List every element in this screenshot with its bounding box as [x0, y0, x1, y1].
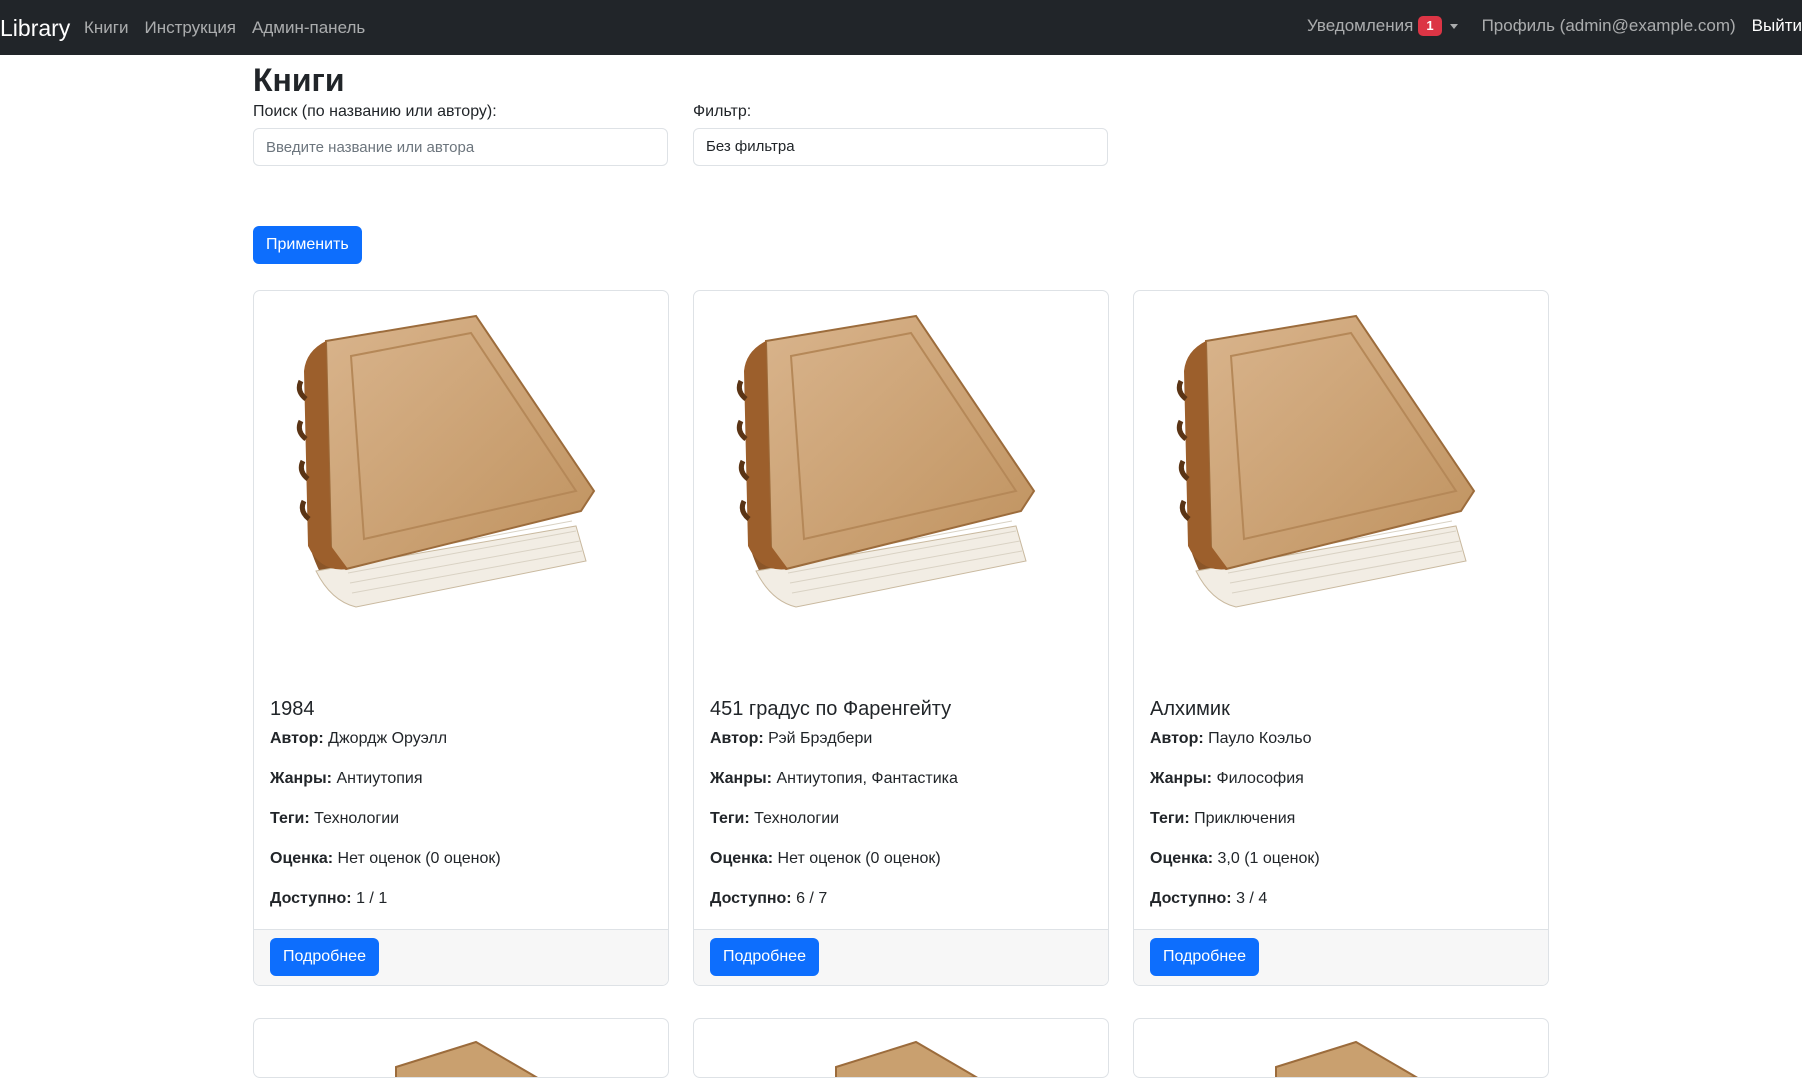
details-button[interactable]: Подробнее [1150, 938, 1259, 976]
notifications-count-badge: 1 [1418, 16, 1442, 36]
book-genres: Жанры: Антиутопия, Фантастика [710, 770, 958, 787]
book-card-partial [693, 1018, 1109, 1078]
book-title: 451 градус по Фаренгейту [710, 698, 952, 720]
book-availability: Доступно: 1 / 1 [270, 890, 388, 907]
logout-link[interactable]: Выйти [1752, 15, 1802, 37]
nav-link-admin-panel[interactable]: Админ-панель [252, 17, 365, 39]
book-card: 451 градус по Фаренгейту Автор: Рэй Брэд… [693, 290, 1109, 986]
main-nav: Книги Инструкция Админ-панель [84, 17, 365, 39]
details-button[interactable]: Подробнее [710, 938, 819, 976]
book-genres: Жанры: Философия [1150, 770, 1304, 787]
nav-link-instructions[interactable]: Инструкция [144, 17, 236, 39]
details-button[interactable]: Подробнее [270, 938, 379, 976]
book-title: Алхимик [1150, 698, 1230, 720]
book-icon [296, 314, 596, 608]
book-card-partial [1133, 1018, 1549, 1078]
book-card-partial [253, 1018, 669, 1078]
card-body: 1984 Автор: Джордж Оруэлл Жанры: Антиуто… [254, 684, 668, 909]
user-nav: Уведомления 1 Профиль (admin@example.com… [1307, 15, 1802, 37]
book-icon [736, 314, 1036, 608]
book-cover-image [1134, 291, 1548, 684]
book-icon [1275, 1040, 1418, 1077]
book-availability: Доступно: 3 / 4 [1150, 890, 1268, 907]
page-title: Книги [253, 62, 345, 98]
book-cover-image [254, 291, 668, 684]
book-author: Автор: Джордж Оруэлл [270, 730, 448, 747]
book-rating: Оценка: Нет оценок (0 оценок) [270, 850, 501, 867]
apply-button[interactable]: Применить [253, 226, 362, 264]
chevron-down-icon [1449, 23, 1458, 29]
profile-link[interactable]: Профиль (admin@example.com) [1482, 15, 1736, 37]
filter-select[interactable]: Без фильтра [693, 128, 1108, 166]
book-title: 1984 [270, 698, 315, 720]
book-author: Автор: Пауло Коэльо [1150, 730, 1312, 747]
card-footer: Подробнее [254, 929, 668, 985]
book-author: Автор: Рэй Брэдбери [710, 730, 873, 747]
card-body: Алхимик Автор: Пауло Коэльо Жанры: Филос… [1134, 684, 1548, 909]
book-icon [1176, 314, 1476, 608]
book-tags: Теги: Технологии [270, 810, 400, 827]
brand-logo[interactable]: Library [0, 13, 70, 43]
book-rating: Оценка: 3,0 (1 оценок) [1150, 850, 1320, 867]
search-group: Поиск (по названию или автору): [253, 102, 668, 166]
card-footer: Подробнее [1134, 929, 1548, 985]
card-body: 451 градус по Фаренгейту Автор: Рэй Брэд… [694, 684, 1108, 909]
filter-group: Фильтр: Без фильтра [693, 102, 1108, 166]
notifications-label: Уведомления [1307, 16, 1414, 35]
book-tags: Теги: Приключения [1150, 810, 1296, 827]
notifications-dropdown[interactable]: Уведомления 1 [1307, 15, 1458, 37]
main-container: Книги Поиск (по названию или автору): Фи… [253, 55, 1549, 1078]
search-label: Поиск (по названию или автору): [253, 103, 497, 120]
book-tags: Теги: Технологии [710, 810, 840, 827]
book-icon [395, 1040, 538, 1077]
filter-selected-value: Без фильтра [706, 138, 795, 155]
book-card: 1984 Автор: Джордж Оруэлл Жанры: Антиуто… [253, 290, 669, 986]
top-navbar: Library Книги Инструкция Админ-панель Ув… [0, 0, 1802, 55]
book-icon [835, 1040, 978, 1077]
book-rating: Оценка: Нет оценок (0 оценок) [710, 850, 941, 867]
book-genres: Жанры: Антиутопия [270, 770, 423, 787]
card-footer: Подробнее [694, 929, 1108, 985]
nav-link-books[interactable]: Книги [84, 17, 128, 39]
filter-label: Фильтр: [693, 103, 752, 120]
book-cover-image [694, 291, 1108, 684]
book-card: Алхимик Автор: Пауло Коэльо Жанры: Филос… [1133, 290, 1549, 986]
book-availability: Доступно: 6 / 7 [710, 890, 828, 907]
search-input[interactable] [253, 128, 668, 166]
